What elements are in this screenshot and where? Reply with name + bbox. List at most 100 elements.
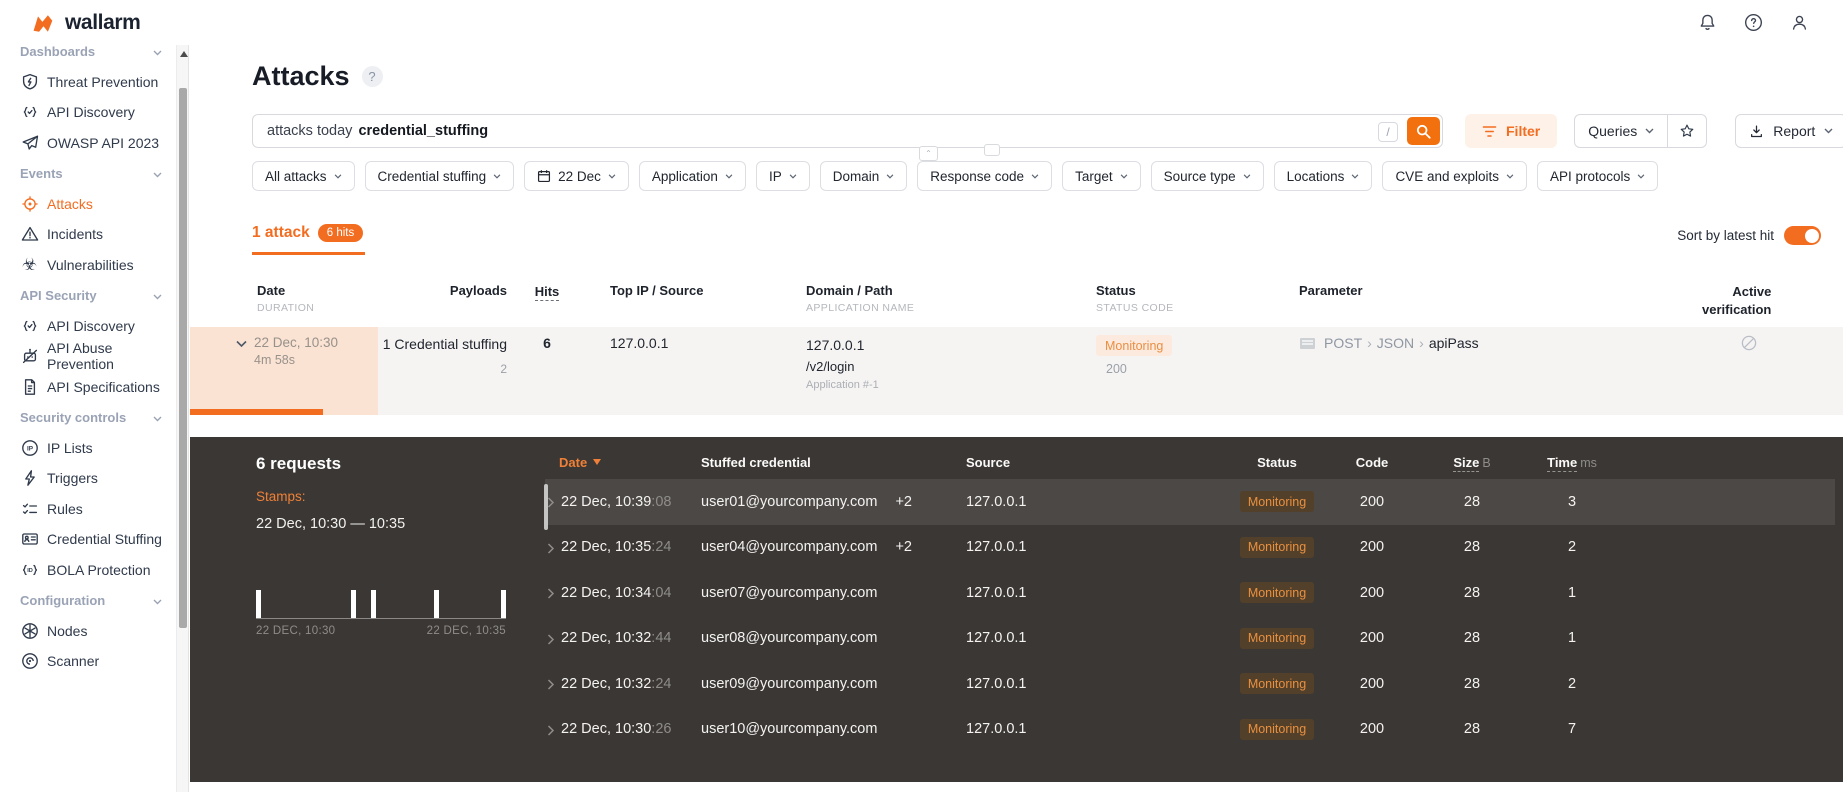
col-request-date-sorted[interactable]: Date bbox=[545, 455, 695, 470]
requests-table-header: Date Stuffed credential Source Status Co… bbox=[545, 437, 1835, 479]
filter-chip-response-code[interactable]: Response code bbox=[917, 161, 1053, 191]
chevron-down-icon bbox=[1031, 173, 1039, 179]
filter-chip-credential-stuffing[interactable]: Credential stuffing bbox=[364, 161, 515, 191]
chevron-expanded-icon[interactable] bbox=[236, 336, 247, 348]
request-size: 28 bbox=[1463, 584, 1481, 601]
scrollbar-up-arrow-icon[interactable] bbox=[179, 51, 188, 57]
scanner-icon bbox=[20, 652, 39, 671]
filter-chip-date[interactable]: 22 Dec bbox=[524, 161, 629, 191]
stuffed-credential: user07@yourcompany.com bbox=[701, 584, 878, 601]
request-size: 28 bbox=[1463, 721, 1481, 738]
col-hits-sortable[interactable]: Hits bbox=[534, 284, 560, 301]
help-icon[interactable] bbox=[1744, 13, 1763, 32]
sidebar-section-security-controls[interactable]: Security controls bbox=[0, 402, 176, 433]
sidebar-item-threat-prevention[interactable]: Threat Prevention bbox=[0, 67, 176, 98]
attack-date-cell[interactable]: 22 Dec, 10:30 4m 58s bbox=[190, 327, 378, 416]
app-root: wallarm Dashboards Threat Prevention API… bbox=[0, 0, 1843, 792]
filter-chip-domain[interactable]: Domain bbox=[819, 161, 908, 191]
request-row[interactable]: 22 Dec, 10:32:24 user09@yourcompany.com … bbox=[545, 661, 1835, 707]
sidebar-item-api-discovery[interactable]: API Discovery bbox=[0, 97, 176, 128]
sort-toggle[interactable] bbox=[1784, 226, 1821, 245]
filter-chip-ip[interactable]: IP bbox=[755, 161, 810, 191]
page-help-icon[interactable]: ? bbox=[361, 66, 383, 87]
request-status-badge: Monitoring bbox=[1239, 536, 1315, 558]
chevron-right-icon[interactable] bbox=[547, 542, 555, 554]
chevron-right-icon[interactable] bbox=[547, 496, 555, 508]
chevron-right-icon[interactable] bbox=[547, 633, 555, 645]
sidebar-item-scanner[interactable]: Scanner bbox=[0, 646, 176, 677]
sidebar-item-attacks[interactable]: Attacks bbox=[0, 189, 176, 220]
histogram-bar bbox=[433, 590, 439, 618]
sidebar-section-dashboards[interactable]: Dashboards bbox=[0, 45, 176, 67]
filter-button[interactable]: Filter bbox=[1465, 114, 1558, 148]
svg-text:ID: ID bbox=[27, 568, 33, 574]
stamps-link[interactable]: Stamps: bbox=[256, 489, 536, 504]
request-row[interactable]: 22 Dec, 10:30:26 user10@yourcompany.com … bbox=[545, 707, 1835, 753]
credential-extra-count: +2 bbox=[895, 493, 912, 510]
col-time-sortable[interactable]: Time ms bbox=[1522, 454, 1622, 472]
tab-attacks-count[interactable]: 1 attack 6 hits bbox=[252, 224, 366, 255]
search-shortcut-hint: / bbox=[1378, 122, 1398, 142]
report-button[interactable]: Report bbox=[1735, 114, 1843, 148]
search-input[interactable]: attacks today credential_stuffing / bbox=[252, 114, 1443, 148]
topbar-actions bbox=[1698, 13, 1843, 32]
sidebar-item-nodes[interactable]: Nodes bbox=[0, 616, 176, 647]
sidebar-section-events[interactable]: Events bbox=[0, 158, 176, 189]
filter-chip-target[interactable]: Target bbox=[1062, 161, 1141, 191]
sidebar-section-configuration[interactable]: Configuration bbox=[0, 585, 176, 616]
attack-application: Application #-1 bbox=[806, 378, 879, 391]
col-date: Date bbox=[257, 283, 286, 298]
request-row[interactable]: 22 Dec, 10:35:24 user04@yourcompany.com +… bbox=[545, 525, 1835, 571]
sidebar-item-incidents[interactable]: Incidents bbox=[0, 219, 176, 250]
toggle-knob bbox=[1804, 228, 1819, 243]
favorite-query-button[interactable] bbox=[1668, 114, 1708, 148]
sidebar-item-api-abuse-prevention[interactable]: API Abuse Prevention bbox=[0, 340, 176, 372]
sidebar-item-rules[interactable]: Rules bbox=[0, 494, 176, 525]
request-date: 22 Dec, 10:34 bbox=[561, 584, 652, 601]
sidebar-scrollbar-thumb[interactable] bbox=[179, 88, 187, 628]
sidebar-scrollbar[interactable] bbox=[176, 45, 189, 792]
attack-row[interactable]: 22 Dec, 10:30 4m 58s 1 Credential stuffi… bbox=[190, 327, 1843, 416]
queries-group: Queries bbox=[1574, 114, 1708, 148]
account-icon[interactable] bbox=[1790, 13, 1809, 32]
search-button[interactable] bbox=[1407, 117, 1440, 145]
sidebar-item-api-specifications[interactable]: API Specifications bbox=[0, 372, 176, 403]
wallarm-logo[interactable]: wallarm bbox=[30, 11, 141, 35]
col-size-sortable[interactable]: Size B bbox=[1422, 454, 1522, 472]
col-status: Status bbox=[1096, 283, 1136, 298]
sidebar-item-bola-protection[interactable]: ID BOLA Protection bbox=[0, 555, 176, 586]
sidebar-item-credential-stuffing[interactable]: Credential Stuffing bbox=[0, 524, 176, 555]
filter-chip-cve-and-exploits[interactable]: CVE and exploits bbox=[1382, 161, 1527, 191]
sidebar-item-api-discovery-2[interactable]: API Discovery bbox=[0, 311, 176, 342]
filter-chip-api-protocols[interactable]: API protocols bbox=[1537, 161, 1659, 191]
request-code: 200 bbox=[1359, 493, 1385, 510]
sidebar-item-vulnerabilities[interactable]: ☣ Vulnerabilities bbox=[0, 250, 176, 281]
chevron-right-icon[interactable] bbox=[547, 678, 555, 690]
request-row[interactable]: 22 Dec, 10:34:04 user07@yourcompany.com … bbox=[545, 570, 1835, 616]
filter-chip-application[interactable]: Application bbox=[638, 161, 746, 191]
bell-icon[interactable] bbox=[1698, 13, 1717, 32]
request-source: 127.0.0.1 bbox=[966, 539, 1027, 556]
filter-chip-all-attacks[interactable]: All attacks bbox=[252, 161, 355, 191]
chevron-down-icon bbox=[153, 410, 162, 425]
request-row[interactable]: 22 Dec, 10:39:08 user01@yourcompany.com +… bbox=[545, 479, 1835, 525]
sidebar-item-owasp-api-2023[interactable]: OWASP API 2023 bbox=[0, 128, 176, 159]
requests-scrollbar-thumb[interactable] bbox=[544, 484, 548, 530]
queries-button[interactable]: Queries bbox=[1574, 114, 1669, 148]
main-content: Attacks ? attacks today credential_stuff… bbox=[190, 45, 1843, 792]
request-row[interactable]: 22 Dec, 10:32:44 user08@yourcompany.com … bbox=[545, 616, 1835, 662]
sidebar-item-ip-lists[interactable]: IP IP Lists bbox=[0, 433, 176, 464]
chevron-right-icon[interactable] bbox=[547, 724, 555, 736]
filter-chip-locations[interactable]: Locations bbox=[1273, 161, 1373, 191]
svg-text:IP: IP bbox=[26, 445, 33, 452]
sidebar-item-triggers[interactable]: Triggers bbox=[0, 463, 176, 494]
filter-chip-source-type[interactable]: Source type bbox=[1150, 161, 1264, 191]
sidebar-section-api-security[interactable]: API Security bbox=[0, 280, 176, 311]
chevron-right-icon[interactable] bbox=[547, 587, 555, 599]
col-active-verification: Active bbox=[1732, 284, 1772, 299]
target-icon bbox=[20, 194, 39, 213]
sort-desc-icon bbox=[593, 459, 602, 465]
request-date: 22 Dec, 10:30 bbox=[561, 721, 652, 738]
attack-payloads-count: 2 bbox=[500, 361, 507, 376]
request-source: 127.0.0.1 bbox=[966, 721, 1027, 738]
